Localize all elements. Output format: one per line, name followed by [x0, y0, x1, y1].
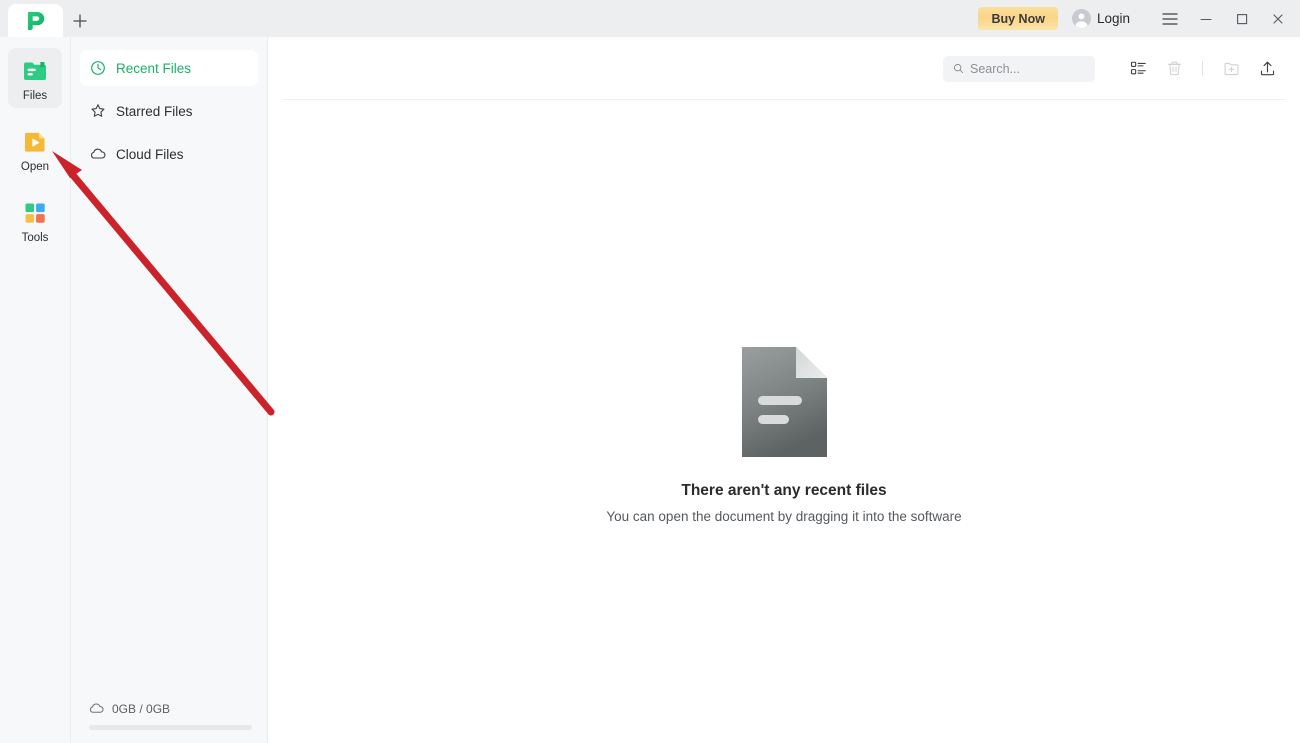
hamburger-menu-icon — [1162, 12, 1178, 26]
open-folder-play-icon — [21, 128, 49, 156]
sidebar-label-recent-files: Recent Files — [116, 61, 191, 76]
rail-item-files[interactable]: Files — [8, 48, 62, 108]
title-bar: Buy Now Login — [0, 0, 1300, 37]
storage-progress-bar — [89, 725, 252, 730]
star-icon — [90, 103, 106, 119]
upload-button[interactable] — [1252, 54, 1282, 84]
list-view-icon — [1130, 60, 1147, 77]
maximize-icon — [1235, 12, 1249, 26]
main-content: There aren't any recent files You can op… — [268, 37, 1300, 743]
sidebar-item-cloud-files[interactable]: Cloud Files — [80, 136, 258, 172]
rail-item-open[interactable]: Open — [8, 119, 62, 179]
toolbar-divider — [282, 99, 1286, 100]
tab-strip — [0, 0, 97, 37]
maximize-button[interactable] — [1224, 0, 1260, 37]
storage-row: 0GB / 0GB — [89, 701, 249, 716]
rail-label-open: Open — [21, 160, 49, 174]
search-input[interactable] — [970, 62, 1085, 76]
storage-indicator: 0GB / 0GB — [71, 701, 267, 743]
sidebar: Recent Files Starred Files Cloud Files — [71, 37, 268, 743]
avatar-icon — [1072, 9, 1091, 28]
sidebar-label-cloud-files: Cloud Files — [116, 147, 184, 162]
document-placeholder-icon — [742, 347, 827, 457]
minimize-button[interactable] — [1188, 0, 1224, 37]
new-folder-button[interactable] — [1216, 54, 1246, 84]
toolbar-separator — [1202, 61, 1203, 76]
content-toolbar — [268, 37, 1300, 100]
sidebar-label-starred-files: Starred Files — [116, 104, 193, 119]
files-icon — [21, 57, 49, 85]
close-button[interactable] — [1260, 0, 1296, 37]
rail-item-tools[interactable]: Tools — [8, 190, 62, 250]
rail-label-files: Files — [23, 89, 47, 103]
sidebar-item-recent-files[interactable]: Recent Files — [80, 50, 258, 86]
sidebar-item-starred-files[interactable]: Starred Files — [80, 93, 258, 129]
rail-label-tools: Tools — [22, 231, 49, 245]
tab-home[interactable] — [8, 4, 63, 37]
tools-grid-icon — [21, 199, 49, 227]
sidebar-nav-list: Recent Files Starred Files Cloud Files — [71, 37, 267, 172]
empty-state-subtitle: You can open the document by dragging it… — [606, 509, 961, 524]
cloud-icon — [90, 146, 106, 162]
menu-button[interactable] — [1152, 0, 1188, 37]
delete-button[interactable] — [1159, 54, 1189, 84]
new-folder-icon — [1223, 60, 1240, 77]
trash-icon — [1166, 60, 1183, 77]
close-icon — [1271, 12, 1285, 26]
storage-label: 0GB / 0GB — [112, 702, 170, 716]
empty-state: There aren't any recent files You can op… — [268, 347, 1300, 524]
upload-icon — [1259, 60, 1276, 77]
plus-icon — [72, 13, 88, 29]
title-bar-actions: Buy Now Login — [978, 0, 1300, 37]
empty-state-title: There aren't any recent files — [681, 482, 886, 500]
cloud-icon — [89, 701, 104, 716]
new-tab-button[interactable] — [63, 4, 97, 37]
app-window: Buy Now Login — [0, 0, 1300, 743]
minimize-icon — [1199, 12, 1213, 26]
icon-rail: Files Open Tools — [0, 37, 71, 743]
login-label: Login — [1097, 11, 1130, 26]
login-button[interactable]: Login — [1072, 9, 1130, 28]
search-box[interactable] — [943, 56, 1095, 82]
list-view-button[interactable] — [1123, 54, 1153, 84]
search-icon — [953, 62, 964, 75]
buy-now-button[interactable]: Buy Now — [978, 7, 1057, 30]
clock-icon — [90, 60, 106, 76]
app-logo-p-icon — [25, 10, 47, 32]
